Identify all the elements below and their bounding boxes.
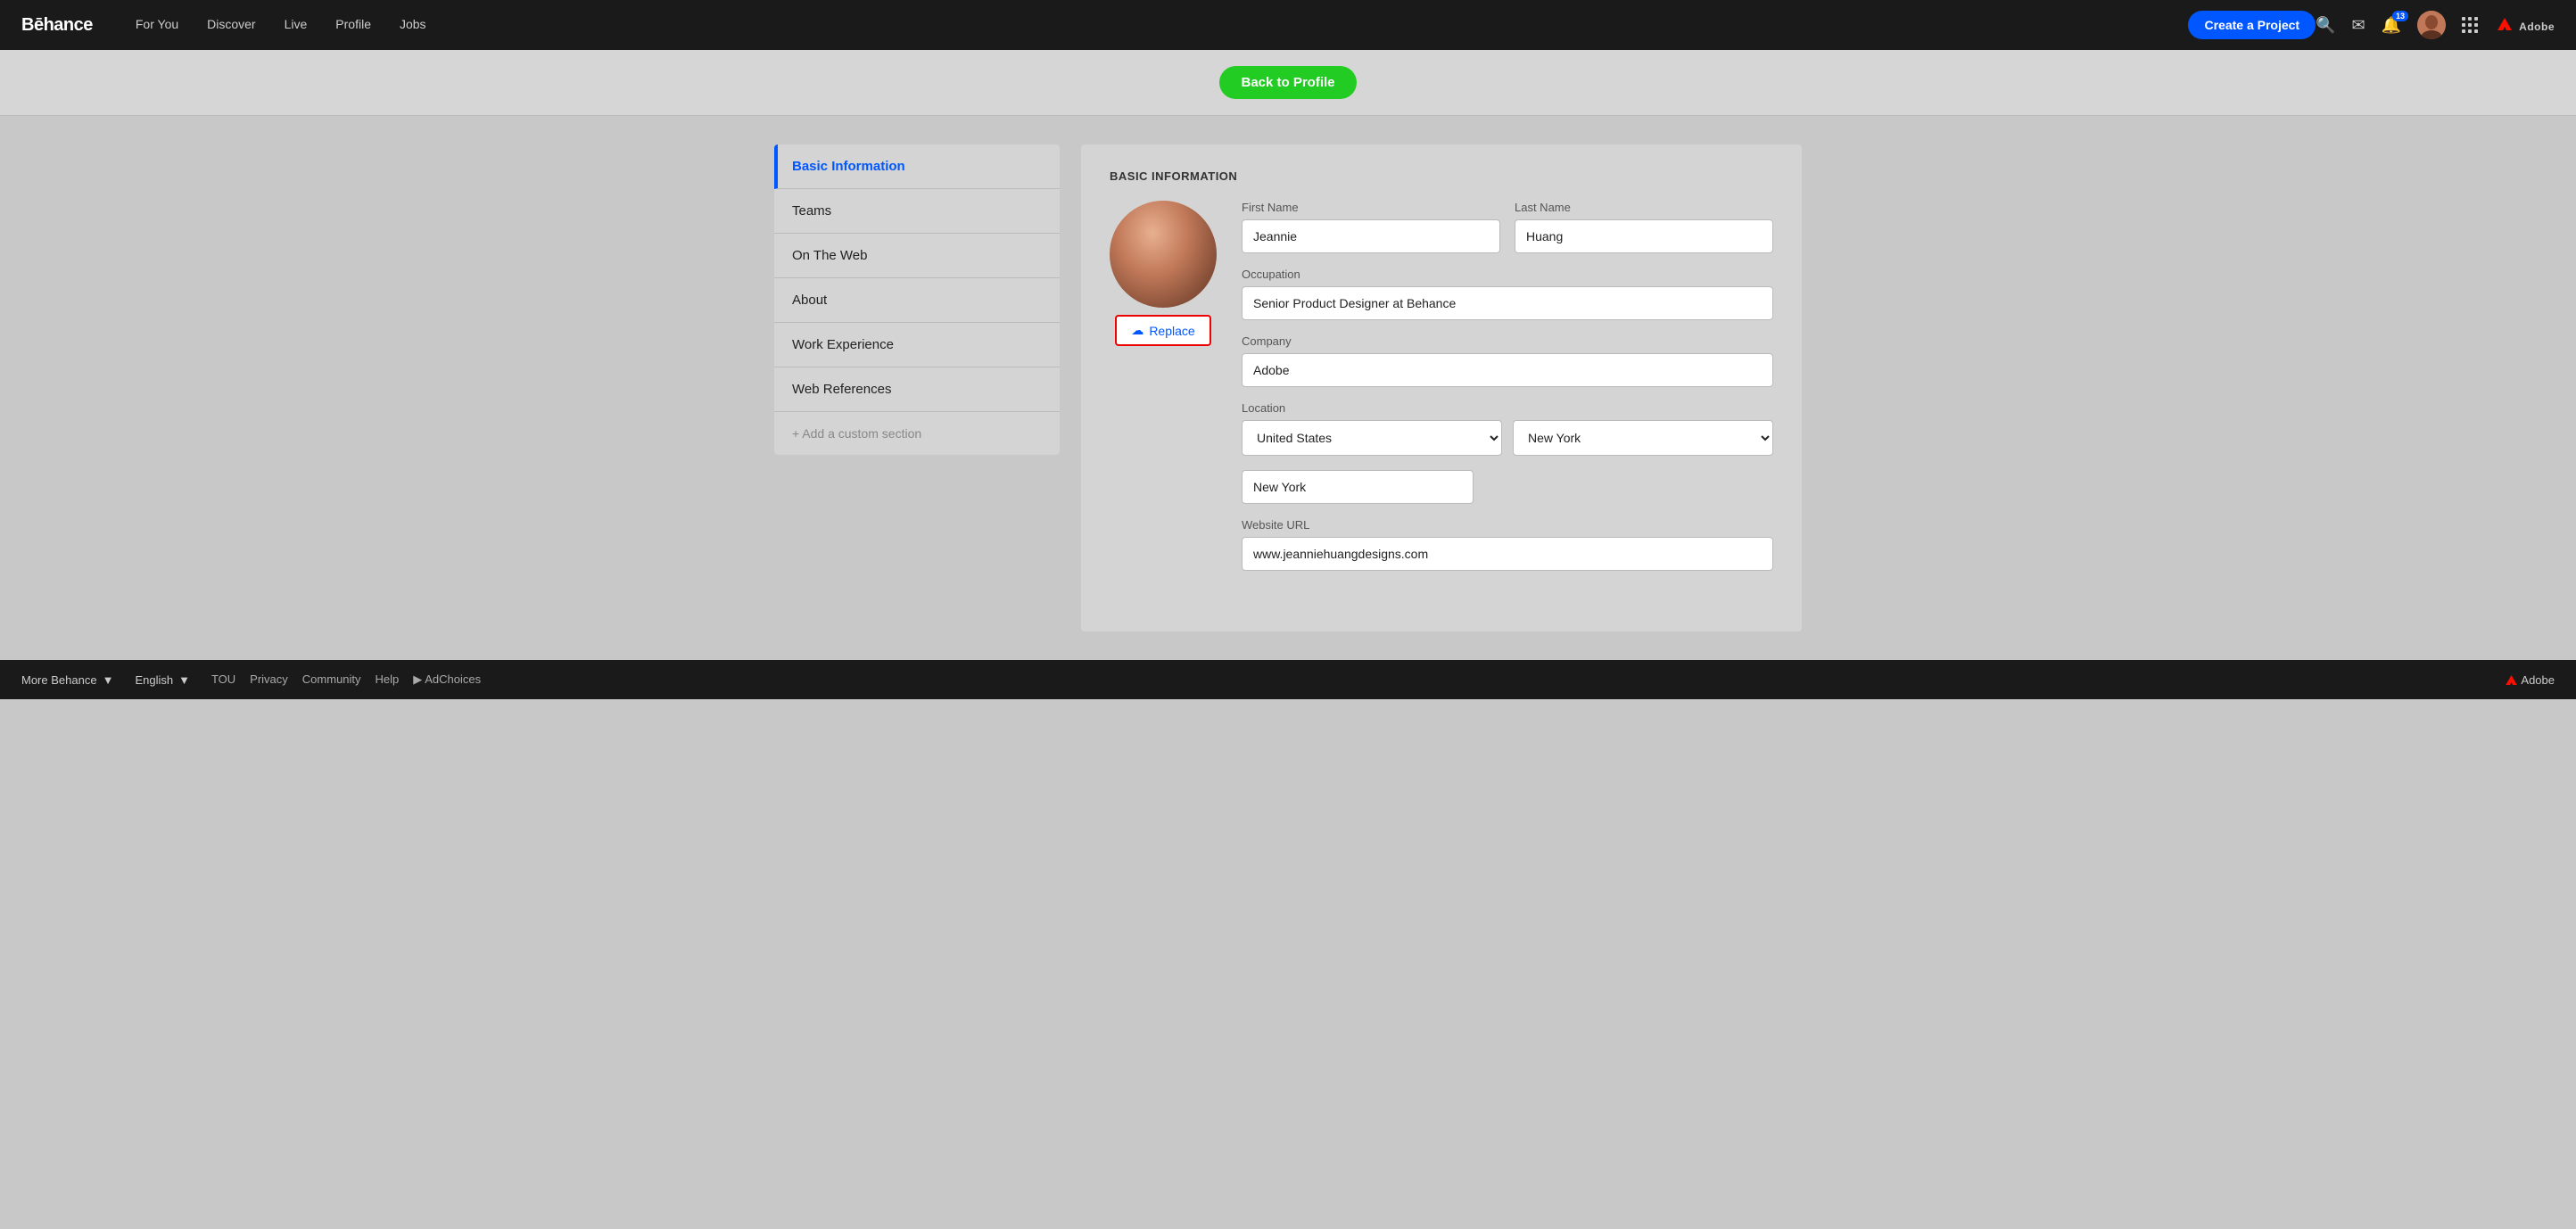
website-input[interactable] [1242, 537, 1773, 571]
city-input[interactable] [1242, 470, 1474, 504]
company-row: Company [1242, 334, 1773, 387]
english-label: English [135, 673, 173, 687]
nav-profile[interactable]: Profile [335, 17, 371, 31]
state-select[interactable]: New York [1513, 420, 1773, 456]
occupation-input[interactable] [1242, 286, 1773, 320]
sidebar-item-web-references[interactable]: Web References [774, 367, 1060, 412]
upload-icon: ☁ [1131, 323, 1144, 338]
last-name-group: Last Name [1515, 201, 1773, 253]
create-project-button[interactable]: Create a Project [2188, 11, 2316, 39]
occupation-label: Occupation [1242, 268, 1773, 281]
location-row: Location United States New York [1242, 401, 1773, 456]
sidebar-item-basic-information[interactable]: Basic Information [774, 144, 1060, 189]
search-icon[interactable]: 🔍 [2316, 16, 2335, 35]
messages-icon[interactable]: ✉ [2352, 16, 2365, 35]
main-content: Basic Information Teams On The Web About… [753, 144, 1823, 631]
footer-help-link[interactable]: Help [376, 672, 400, 687]
avatar[interactable] [2417, 11, 2446, 39]
occupation-group: Occupation [1242, 268, 1773, 320]
nav-live[interactable]: Live [285, 17, 308, 31]
footer-adobe: Adobe [2503, 673, 2555, 687]
sidebar: Basic Information Teams On The Web About… [774, 144, 1060, 631]
back-to-profile-button[interactable]: Back to Profile [1219, 66, 1356, 99]
adobe-footer-icon [2503, 675, 2517, 685]
adchoices-label: AdChoices [425, 672, 481, 686]
website-group: Website URL [1242, 518, 1773, 571]
footer-adchoices-link[interactable]: ▶ AdChoices [413, 672, 481, 687]
last-name-input[interactable] [1515, 219, 1773, 253]
more-chevron-icon: ▼ [103, 673, 114, 687]
notifications-wrapper[interactable]: 🔔 13 [2382, 16, 2401, 35]
navbar-right: 🔍 ✉ 🔔 13 Adobe [2316, 11, 2555, 39]
website-row: Website URL [1242, 518, 1773, 571]
nav-for-you[interactable]: For You [136, 17, 178, 31]
footer: More Behance ▼ English ▼ TOU Privacy Com… [0, 660, 2576, 699]
footer-links: TOU Privacy Community Help ▶ AdChoices [211, 672, 2481, 687]
last-name-label: Last Name [1515, 201, 1773, 214]
footer-adobe-label: Adobe [2521, 673, 2555, 687]
sidebar-item-about[interactable]: About [774, 278, 1060, 323]
website-label: Website URL [1242, 518, 1773, 532]
main-panel: BASIC INFORMATION ☁ Replace First Name [1081, 144, 1802, 631]
name-row: First Name Last Name [1242, 201, 1773, 253]
back-bar: Back to Profile [0, 50, 2576, 116]
section-title: BASIC INFORMATION [1110, 169, 1773, 183]
nav-links: For You Discover Live Profile Jobs [136, 17, 2167, 33]
adobe-text: Adobe [2519, 21, 2555, 33]
form-section: First Name Last Name Occupation [1242, 201, 1773, 585]
english-button[interactable]: English ▼ [135, 673, 190, 687]
profile-avatar [1110, 201, 1217, 308]
notification-badge: 13 [2392, 11, 2408, 21]
company-input[interactable] [1242, 353, 1773, 387]
adchoices-icon: ▶ [413, 672, 422, 686]
location-group: Location United States New York [1242, 401, 1773, 456]
apps-icon[interactable] [2462, 17, 2478, 33]
occupation-row: Occupation [1242, 268, 1773, 320]
replace-photo-button[interactable]: ☁ Replace [1115, 315, 1210, 346]
sidebar-item-on-the-web[interactable]: On The Web [774, 234, 1060, 278]
adobe-logo: Adobe [2494, 18, 2555, 33]
nav-jobs[interactable]: Jobs [400, 17, 426, 31]
brand-logo[interactable]: Bēhance [21, 15, 93, 36]
profile-top: ☁ Replace First Name Last Name [1110, 201, 1773, 585]
footer-tou-link[interactable]: TOU [211, 672, 235, 687]
city-row [1242, 470, 1773, 504]
sidebar-card: Basic Information Teams On The Web About… [774, 144, 1060, 455]
nav-discover[interactable]: Discover [207, 17, 255, 31]
avatar-image [1110, 201, 1217, 308]
footer-privacy-link[interactable]: Privacy [250, 672, 288, 687]
first-name-input[interactable] [1242, 219, 1500, 253]
replace-label: Replace [1149, 324, 1194, 338]
sidebar-item-teams[interactable]: Teams [774, 189, 1060, 234]
company-label: Company [1242, 334, 1773, 348]
avatar-upload-section: ☁ Replace [1110, 201, 1217, 585]
more-behance-button[interactable]: More Behance ▼ [21, 673, 113, 687]
first-name-group: First Name [1242, 201, 1500, 253]
english-chevron-icon: ▼ [178, 673, 190, 687]
first-name-label: First Name [1242, 201, 1500, 214]
sidebar-add-custom-section[interactable]: + Add a custom section [774, 412, 1060, 455]
more-behance-label: More Behance [21, 673, 97, 687]
company-group: Company [1242, 334, 1773, 387]
footer-community-link[interactable]: Community [302, 672, 361, 687]
location-label: Location [1242, 401, 1773, 415]
navbar: Bēhance For You Discover Live Profile Jo… [0, 0, 2576, 50]
sidebar-item-work-experience[interactable]: Work Experience [774, 323, 1060, 367]
location-selects: United States New York [1242, 420, 1773, 456]
country-select[interactable]: United States [1242, 420, 1502, 456]
city-group [1242, 470, 1474, 504]
